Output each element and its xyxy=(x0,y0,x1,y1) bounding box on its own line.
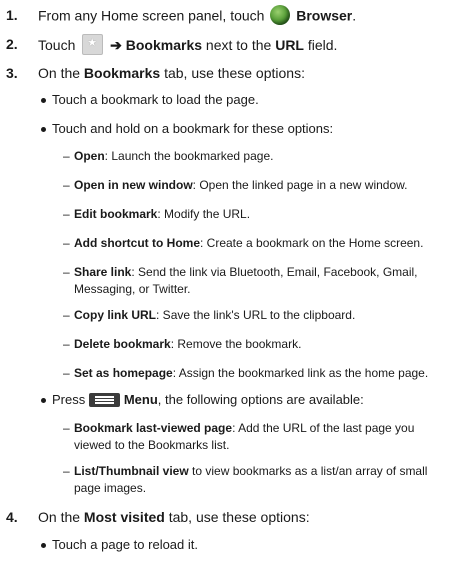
browser-globe-icon xyxy=(270,5,291,25)
bullet-icon xyxy=(41,98,46,103)
bullet-icon xyxy=(41,127,46,132)
step-text: Touch ➔ Bookmarks next to the URL field. xyxy=(38,34,337,57)
bullet-icon xyxy=(41,398,46,403)
step-number: 2. xyxy=(6,36,18,52)
bullet-icon xyxy=(41,543,46,548)
bookmark-star-icon xyxy=(82,34,104,55)
step-number: 4. xyxy=(6,509,18,525)
arrow-icon: ➔ xyxy=(110,37,122,54)
menu-icon xyxy=(88,392,120,407)
step-text: On the Most visited tab, use these optio… xyxy=(38,509,310,525)
step-text: On the Bookmarks tab, use these options: xyxy=(38,65,305,81)
step-text: From any Home screen panel, touch Browse… xyxy=(38,5,356,27)
step-number: 3. xyxy=(6,65,18,81)
step-number: 1. xyxy=(6,7,18,23)
